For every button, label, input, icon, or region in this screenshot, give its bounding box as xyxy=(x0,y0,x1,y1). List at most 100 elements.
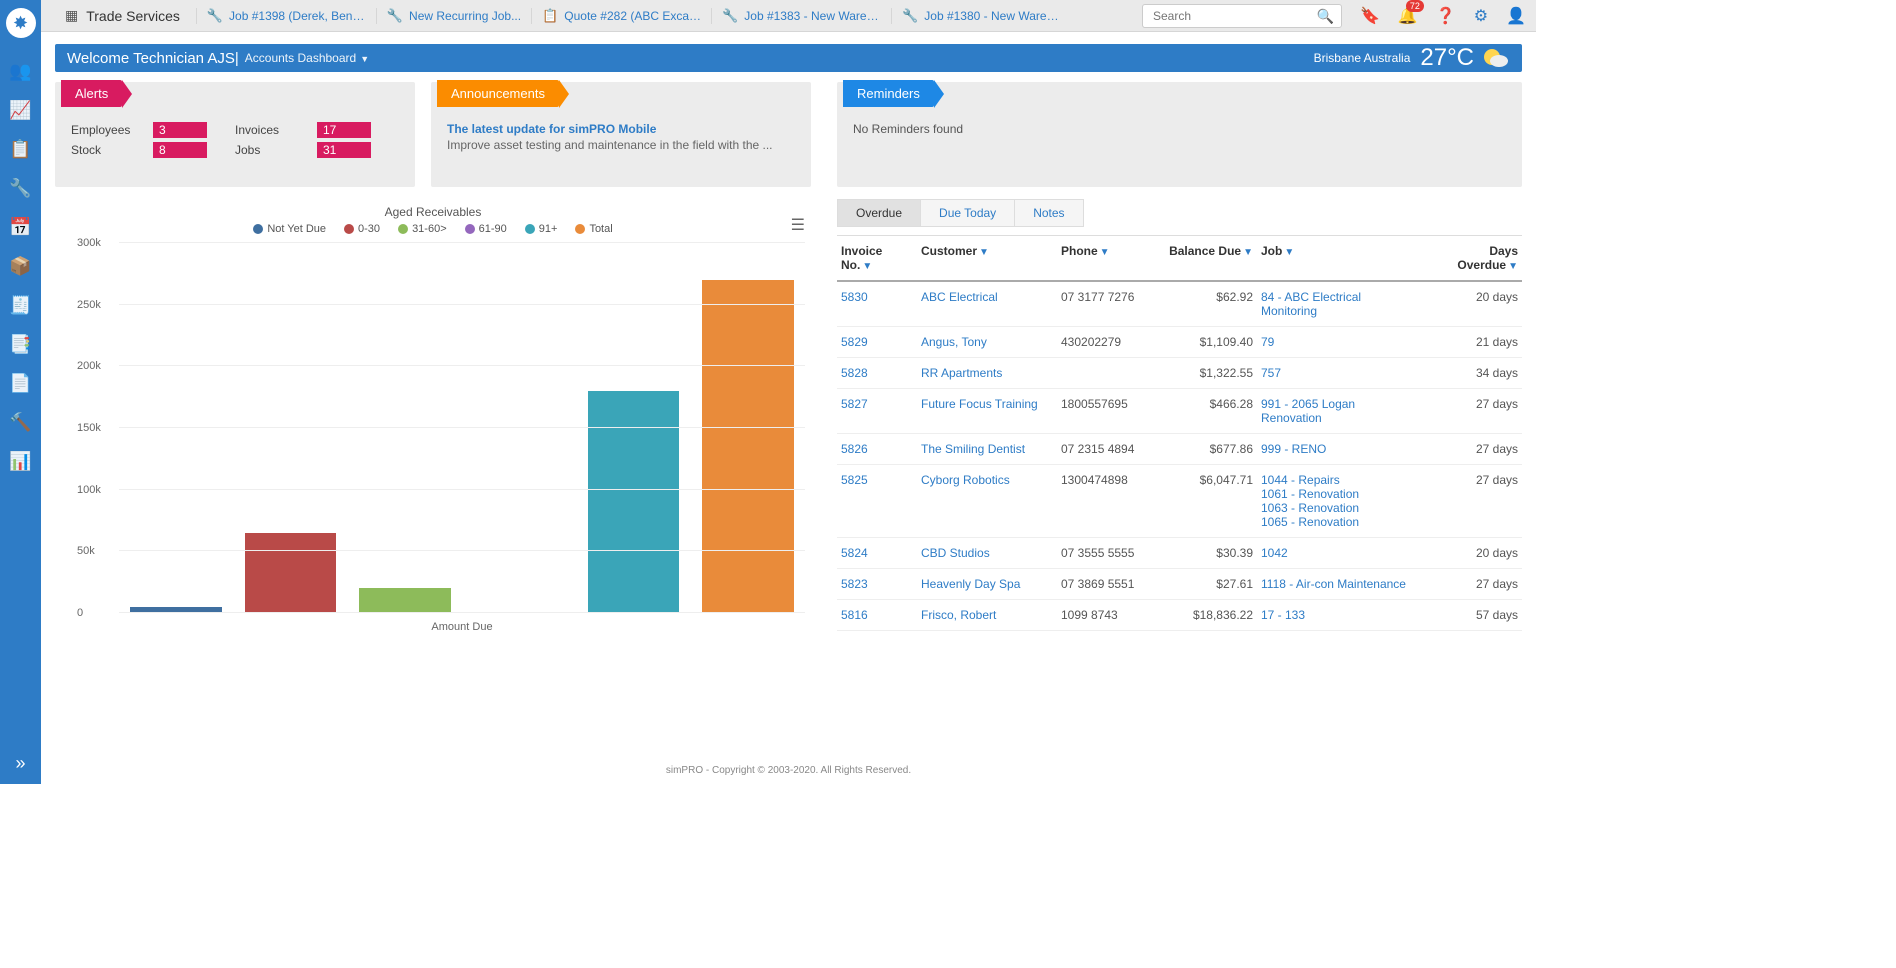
dashboard-selector[interactable]: Accounts Dashboard▼ xyxy=(245,51,369,65)
bookmark-icon[interactable]: 🔖 xyxy=(1360,6,1380,26)
job-link[interactable]: 17 - 133 xyxy=(1261,608,1305,622)
invoice-link[interactable]: 5828 xyxy=(841,366,868,380)
top-tab[interactable]: 📋Quote #282 (ABC Excavation / 143 Sy... xyxy=(531,8,711,24)
job-link[interactable]: 999 - RENO xyxy=(1261,442,1326,456)
job-link[interactable]: 1061 - Renovation xyxy=(1261,487,1359,501)
notifications-icon[interactable]: 🔔72 xyxy=(1398,6,1418,26)
job-link[interactable]: 757 xyxy=(1261,366,1281,380)
receipt-icon[interactable]: 🧾 xyxy=(9,295,31,316)
days-value: 20 days xyxy=(1422,546,1522,560)
legend-item[interactable]: 91+ xyxy=(525,223,558,235)
chart-icon[interactable]: 📊 xyxy=(9,451,31,472)
customer-link[interactable]: Future Focus Training xyxy=(921,397,1038,411)
customer-link[interactable]: Frisco, Robert xyxy=(921,608,996,622)
customer-link[interactable]: Cyborg Robotics xyxy=(921,473,1010,487)
table-row: 5824CBD Studios07 3555 5555$30.39104220 … xyxy=(837,538,1522,569)
invoice-link[interactable]: 5826 xyxy=(841,442,868,456)
customer-link[interactable]: The Smiling Dentist xyxy=(921,442,1025,456)
customer-link[interactable]: CBD Studios xyxy=(921,546,990,560)
wrench-icon: 🔧 xyxy=(722,8,738,24)
search-icon[interactable]: 🔍 xyxy=(1317,8,1334,25)
chart-bar[interactable] xyxy=(245,533,336,613)
calendar-icon[interactable]: 📅 xyxy=(9,217,31,238)
alert-row[interactable]: Jobs31 xyxy=(235,142,399,158)
search-input[interactable] xyxy=(1142,4,1342,28)
job-link[interactable]: 1042 xyxy=(1261,546,1288,560)
activity-icon[interactable]: 📈 xyxy=(9,100,31,121)
customer-link[interactable]: Heavenly Day Spa xyxy=(921,577,1020,591)
welcome-bar: Welcome Technician AJS | Accounts Dashbo… xyxy=(55,44,1522,72)
legend-item[interactable]: Not Yet Due xyxy=(253,223,326,235)
app-logo[interactable]: ✸ xyxy=(6,8,36,38)
phone-value: 07 2315 4894 xyxy=(1057,442,1157,456)
chart-x-label: Amount Due xyxy=(119,621,805,633)
balance-value: $6,047.71 xyxy=(1157,473,1257,529)
col-job[interactable]: Job▼ xyxy=(1257,244,1422,272)
legend-item[interactable]: 0-30 xyxy=(344,223,380,235)
col-days[interactable]: Days Overdue▼ xyxy=(1422,244,1522,272)
box-icon[interactable]: 📦 xyxy=(9,256,31,277)
col-invoice[interactable]: Invoice No.▼ xyxy=(837,244,917,272)
company-name[interactable]: ▦ Trade Services xyxy=(41,7,196,24)
col-customer[interactable]: Customer▼ xyxy=(917,244,1057,272)
job-link[interactable]: 84 - ABC Electrical Monitoring xyxy=(1261,290,1361,318)
alert-row[interactable]: Stock8 xyxy=(71,142,235,158)
phone-value: 07 3177 7276 xyxy=(1057,290,1157,318)
phone-value: 1099 8743 xyxy=(1057,608,1157,622)
help-icon[interactable]: ❓ xyxy=(1436,6,1456,26)
chart-bar[interactable] xyxy=(588,391,679,613)
top-tab[interactable]: 🔧New Recurring Job... xyxy=(376,8,531,24)
job-link[interactable]: 1118 - Air-con Maintenance xyxy=(1261,577,1406,591)
weather-icon xyxy=(1480,43,1510,73)
wrench-icon: 🔧 xyxy=(207,8,223,24)
document-icon[interactable]: 📄 xyxy=(9,373,31,394)
invoice-link[interactable]: 5816 xyxy=(841,608,868,622)
settings-icon[interactable]: ⚙ xyxy=(1474,6,1488,26)
legend-dot xyxy=(344,224,354,234)
job-link[interactable]: 79 xyxy=(1261,335,1274,349)
wrench-icon[interactable]: 🔨 xyxy=(9,412,31,433)
customer-link[interactable]: ABC Electrical xyxy=(921,290,998,304)
invoice-tab[interactable]: Notes xyxy=(1014,199,1083,227)
people-icon[interactable]: 👥 xyxy=(9,61,31,82)
chart-bar[interactable] xyxy=(359,588,450,613)
invoice-tab[interactable]: Overdue xyxy=(837,199,921,227)
top-tab[interactable]: 🔧Job #1383 - New Warehouse fitout (M... xyxy=(711,8,891,24)
invoice-link[interactable]: 5829 xyxy=(841,335,868,349)
alert-row[interactable]: Invoices17 xyxy=(235,122,399,138)
alerts-heading: Alerts xyxy=(61,80,122,107)
y-tick-label: 150k xyxy=(77,422,101,434)
alert-count: 3 xyxy=(153,122,207,138)
alert-row[interactable]: Employees3 xyxy=(71,122,235,138)
job-link[interactable]: 991 - 2065 Logan Renovation xyxy=(1261,397,1355,425)
invoice-link[interactable]: 5824 xyxy=(841,546,868,560)
invoice-tab[interactable]: Due Today xyxy=(920,199,1015,227)
job-link[interactable]: 1063 - Renovation xyxy=(1261,501,1359,515)
legend-item[interactable]: 61-90 xyxy=(465,223,507,235)
job-link[interactable]: 1044 - Repairs xyxy=(1261,473,1340,487)
chart-menu-icon[interactable]: ☰ xyxy=(791,215,805,235)
tool-icon[interactable]: 🔧 xyxy=(9,178,31,199)
chart-bar[interactable] xyxy=(702,280,793,613)
col-balance[interactable]: Balance Due▼ xyxy=(1157,244,1257,272)
reminders-empty: No Reminders found xyxy=(853,122,1506,136)
top-tab[interactable]: 🔧Job #1380 - New Warehouse fitout (M... xyxy=(891,8,1071,24)
checklist-icon[interactable]: 📑 xyxy=(9,334,31,355)
legend-item[interactable]: 31-60> xyxy=(398,223,447,235)
legend-item[interactable]: Total xyxy=(575,223,612,235)
invoice-link[interactable]: 5823 xyxy=(841,577,868,591)
clipboard-icon[interactable]: 📋 xyxy=(9,139,31,160)
table-row: 5828RR Apartments$1,322.5575734 days xyxy=(837,358,1522,389)
customer-link[interactable]: Angus, Tony xyxy=(921,335,987,349)
user-account-icon[interactable]: 👤 xyxy=(1506,6,1526,26)
col-phone[interactable]: Phone▼ xyxy=(1057,244,1157,272)
top-tab[interactable]: 🔧Job #1398 (Derek, Benjamin / Jenny... xyxy=(196,8,376,24)
invoice-link[interactable]: 5827 xyxy=(841,397,868,411)
invoice-link[interactable]: 5830 xyxy=(841,290,868,304)
invoice-link[interactable]: 5825 xyxy=(841,473,868,487)
job-link[interactable]: 1065 - Renovation xyxy=(1261,515,1359,529)
customer-link[interactable]: RR Apartments xyxy=(921,366,1002,380)
sidebar-nav: ✸ 👥 📈 📋 🔧 📅 📦 🧾 📑 📄 🔨 📊 » xyxy=(0,0,41,784)
announcement-title[interactable]: The latest update for simPRO Mobile xyxy=(447,122,795,136)
expand-sidebar-icon[interactable]: » xyxy=(15,743,25,784)
